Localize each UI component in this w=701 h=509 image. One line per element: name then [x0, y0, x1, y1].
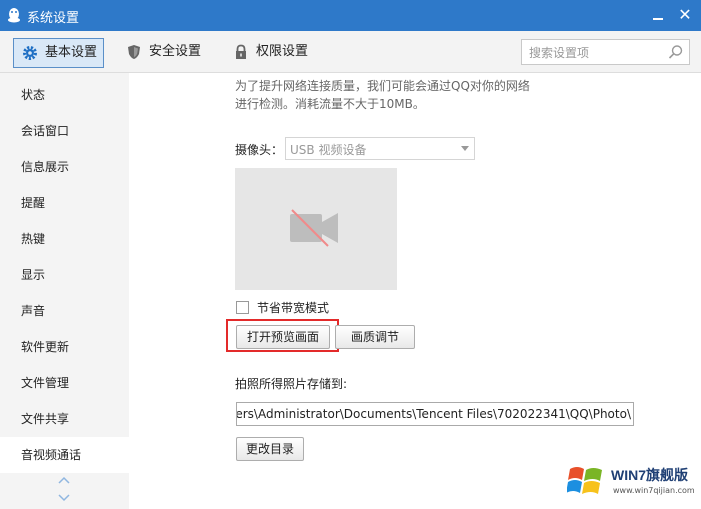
sidebar-item-file-management[interactable]: 文件管理	[0, 365, 129, 401]
highlight-box	[226, 319, 339, 352]
window-title: 系统设置	[27, 11, 80, 26]
sidebar-item-reminders[interactable]: 提醒	[0, 185, 129, 221]
sidebar-item-display[interactable]: 显示	[0, 257, 129, 293]
sidebar-item-hotkeys[interactable]: 热键	[0, 221, 129, 257]
sidebar-item-av-call[interactable]: 音视频通话	[0, 437, 129, 473]
watermark: WIN7旗舰版 www.win7qijian.com	[565, 461, 701, 509]
tab-permission-settings[interactable]: 权限设置	[225, 38, 325, 66]
camera-select[interactable]: USB 视频设备	[285, 137, 475, 160]
settings-tab-bar: 基本设置 安全设置 权限设置 搜索设置项	[0, 31, 701, 73]
camera-select-value: USB 视频设备	[290, 143, 367, 157]
bandwidth-saving-label: 节省带宽模式	[257, 301, 330, 315]
sidebar-item-status[interactable]: 状态	[0, 77, 129, 113]
search-icon[interactable]	[668, 44, 684, 60]
lock-icon	[236, 44, 246, 59]
tab-basic-settings[interactable]: 基本设置	[13, 38, 104, 68]
quality-adjust-button[interactable]: 画质调节	[335, 325, 415, 349]
minimize-button[interactable]	[650, 6, 666, 24]
change-directory-button[interactable]: 更改目录	[236, 437, 304, 461]
search-input[interactable]: 搜索设置项	[521, 39, 690, 65]
sidebar-item-sound[interactable]: 声音	[0, 293, 129, 329]
camera-label: 摄像头：	[235, 143, 284, 157]
main-panel: 为了提升网络连接质量，我们可能会通过QQ对你的网络进行检测。消耗流量不大于10M…	[130, 73, 701, 509]
title-bar: 系统设置 ✕	[0, 0, 701, 31]
chevron-down-icon[interactable]	[57, 493, 71, 503]
qq-penguin-icon	[8, 8, 20, 23]
windows-logo-icon	[567, 467, 602, 494]
shield-icon	[128, 45, 140, 59]
photo-save-path-value: sers\Administrator\Documents\Tencent Fil…	[236, 407, 631, 421]
photo-save-path-field[interactable]: sers\Administrator\Documents\Tencent Fil…	[236, 402, 634, 426]
tab-security-settings[interactable]: 安全设置	[118, 38, 218, 66]
photo-save-location-label: 拍照所得照片存储到:	[235, 377, 348, 391]
gear-icon	[23, 46, 37, 60]
watermark-text: WIN7旗舰版	[611, 467, 688, 483]
camera-off-icon	[290, 209, 338, 247]
sidebar-item-software-update[interactable]: 软件更新	[0, 329, 129, 365]
dropdown-arrow-icon	[461, 146, 469, 151]
bandwidth-saving-checkbox[interactable]	[236, 301, 249, 314]
close-button[interactable]: ✕	[676, 5, 694, 25]
chevron-up-icon[interactable]	[57, 475, 71, 485]
camera-preview-area	[235, 168, 397, 290]
sidebar-item-file-sharing[interactable]: 文件共享	[0, 401, 129, 437]
tab-label: 基本设置	[45, 45, 98, 60]
watermark-url: www.win7qijian.com	[613, 486, 695, 495]
tab-label: 安全设置	[149, 44, 202, 59]
sidebar-item-chat-window[interactable]: 会话窗口	[0, 113, 129, 149]
sidebar-item-info-display[interactable]: 信息展示	[0, 149, 129, 185]
sidebar: 状态 会话窗口 信息展示 提醒 热键 显示 声音 软件更新 文件管理 文件共享 …	[0, 73, 129, 509]
search-placeholder: 搜索设置项	[529, 46, 590, 60]
tab-label: 权限设置	[256, 44, 309, 59]
network-detection-description: 为了提升网络连接质量，我们可能会通过QQ对你的网络进行检测。消耗流量不大于10M…	[235, 79, 530, 111]
